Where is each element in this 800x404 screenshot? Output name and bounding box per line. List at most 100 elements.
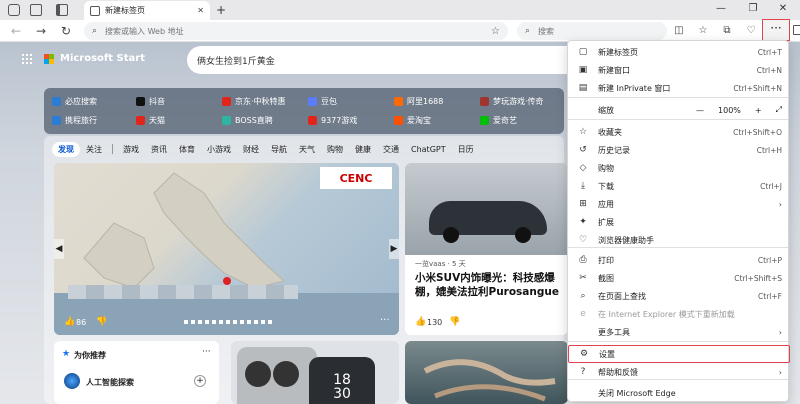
- quick-link[interactable]: BOSS直聘: [222, 115, 273, 126]
- quick-link[interactable]: 梦玩游戏·传奇: [480, 96, 544, 107]
- collections-icon[interactable]: [30, 4, 42, 16]
- quick-link[interactable]: 必应搜索: [52, 96, 97, 107]
- favorites-icon[interactable]: ☆: [696, 24, 710, 38]
- workspaces-icon[interactable]: [8, 4, 20, 16]
- quick-link[interactable]: 抖音: [136, 96, 165, 107]
- tab-feed-0[interactable]: 发现: [52, 141, 80, 157]
- close-window-button[interactable]: ✕: [776, 3, 790, 14]
- tab-feed-4[interactable]: 体育: [173, 142, 201, 157]
- carousel-prev-button[interactable]: ◀: [54, 239, 64, 259]
- search-input[interactable]: [538, 26, 659, 36]
- shrimp-card[interactable]: [405, 341, 568, 404]
- quick-link[interactable]: 爱奇艺: [480, 115, 517, 126]
- menu-item-3[interactable]: 缩放 — 100% + ⤢: [568, 101, 790, 119]
- brand[interactable]: Microsoft Start: [22, 53, 145, 64]
- web-search-box[interactable]: 俩女生捡到1斤黄金: [187, 46, 607, 74]
- tab-feed-5[interactable]: 小游戏: [201, 142, 237, 157]
- phone-card[interactable]: 18 30: [231, 341, 399, 404]
- menu-item-15[interactable]: 更多工具 ›: [568, 323, 790, 341]
- favorite-star-icon[interactable]: ☆: [491, 26, 500, 37]
- like-icon[interactable]: 👍: [415, 317, 426, 327]
- quick-link[interactable]: 9377游戏: [308, 115, 357, 126]
- sidebar-toggle-icon[interactable]: [793, 25, 800, 35]
- tab-feed-11[interactable]: 交通: [377, 142, 405, 157]
- like-icon[interactable]: 👍: [64, 317, 75, 327]
- menu-item-8[interactable]: ⊞ 应用 ›: [568, 195, 790, 213]
- car-headline[interactable]: 小米SUV内饰曝光：科技感爆棚，媲美法拉利Purosangue: [415, 271, 563, 299]
- search-box[interactable]: ⌕: [517, 22, 667, 40]
- menu-item-6[interactable]: ◇ 购物: [568, 159, 790, 177]
- quick-link[interactable]: 携程旅行: [52, 115, 97, 126]
- recommend-item[interactable]: 人工智能探索: [86, 377, 134, 388]
- browser-essentials-icon[interactable]: ♡: [744, 24, 758, 38]
- menu-item-label: 应用: [598, 199, 614, 209]
- phone-clock-hour: 18: [333, 372, 351, 388]
- forward-button[interactable]: →: [33, 23, 49, 39]
- dislike-icon[interactable]: 👎: [96, 317, 107, 327]
- zoom-zoom-level: 100%: [718, 105, 741, 115]
- quick-link[interactable]: 爱淘宝: [394, 115, 431, 126]
- carousel-dots[interactable]: [184, 320, 274, 324]
- car-news-card[interactable]: 一览vaas · 5 天 小米SUV内饰曝光：科技感爆棚，媲美法拉利Purosa…: [405, 163, 568, 335]
- menu-item-0[interactable]: ▢ 新建标签页 Ctrl+T: [568, 43, 790, 61]
- add-topic-button[interactable]: +: [194, 375, 206, 387]
- zoom-minus-button[interactable]: —: [696, 106, 704, 115]
- tab-actions-icon[interactable]: [56, 4, 68, 16]
- cenc-logo-text: CENC: [339, 171, 373, 185]
- tab-feed-13[interactable]: 日历: [452, 142, 480, 157]
- new-tab-button[interactable]: +: [214, 3, 228, 17]
- more-options-icon[interactable]: ···: [202, 347, 211, 357]
- menu-item-13[interactable]: ⌕ 在页面上查找 Ctrl+F: [568, 287, 790, 305]
- menu-item-4[interactable]: ☆ 收藏夹 Ctrl+Shift+O: [568, 123, 790, 141]
- tab-feed-7[interactable]: 导航: [265, 142, 293, 157]
- active-tab[interactable]: 新建标签页 ✕: [84, 1, 210, 20]
- back-button[interactable]: ←: [8, 23, 24, 39]
- menu-item-12[interactable]: ✂ 截图 Ctrl+Shift+S: [568, 269, 790, 287]
- split-screen-icon[interactable]: ◫: [672, 24, 686, 38]
- earthquake-card[interactable]: CENC ◀ ▶ 👍 86 👎 ···: [54, 163, 399, 335]
- more-options-icon[interactable]: ···: [380, 315, 390, 326]
- tab-feed-9[interactable]: 购物: [321, 142, 349, 157]
- menu-item-14[interactable]: e 在 Internet Explorer 模式下重新加载: [568, 305, 790, 323]
- carousel-next-button[interactable]: ▶: [389, 239, 399, 259]
- refresh-button[interactable]: ↻: [58, 23, 74, 39]
- tab-feed-8[interactable]: 天气: [293, 142, 321, 157]
- menu-item-17[interactable]: ? 帮助和反馈 ›: [568, 363, 790, 381]
- quick-link[interactable]: 阿里1688: [394, 96, 443, 107]
- tab-feed-1[interactable]: 关注: [80, 142, 108, 157]
- restore-button[interactable]: ❐: [746, 3, 760, 14]
- menu-item-11[interactable]: ⎙ 打印 Ctrl+P: [568, 251, 790, 269]
- tab-close-icon[interactable]: ✕: [197, 6, 204, 15]
- menu-item-9[interactable]: ✦ 扩展: [568, 213, 790, 231]
- menu-item-10[interactable]: ♡ 浏览器健康助手: [568, 231, 790, 249]
- tab-feed-6[interactable]: 财经: [237, 142, 265, 157]
- minimize-button[interactable]: —: [714, 3, 728, 14]
- collections-toolbar-icon[interactable]: ⧉: [720, 24, 734, 38]
- settings-and-more-button[interactable]: ···: [762, 19, 790, 41]
- tab-feed-12[interactable]: ChatGPT: [405, 143, 452, 156]
- app-launcher-icon[interactable]: [22, 53, 32, 64]
- tab-feed-3[interactable]: 资讯: [145, 142, 173, 157]
- menu-item-2[interactable]: ▤ 新建 InPrivate 窗口 Ctrl+Shift+N: [568, 79, 790, 97]
- menu-item-1[interactable]: ▣ 新建窗口 Ctrl+N: [568, 61, 790, 79]
- quick-link[interactable]: 豆包: [308, 96, 337, 107]
- menu-item-16[interactable]: ⚙ 设置: [568, 345, 790, 363]
- menu-item-7[interactable]: ⤓ 下载 Ctrl+J: [568, 177, 790, 195]
- like-count: 130: [427, 318, 443, 327]
- phone-left: [237, 347, 317, 404]
- recommend-card[interactable]: ★ 为你推荐 ··· 人工智能探索 +: [54, 341, 219, 404]
- quick-link[interactable]: 天猫: [136, 115, 165, 126]
- dislike-icon[interactable]: 👎: [449, 317, 460, 327]
- tab-feed-2[interactable]: 游戏: [117, 142, 145, 157]
- zoom-plus-button[interactable]: +: [755, 106, 762, 115]
- menu-item-icon: ⌕: [580, 291, 586, 301]
- zoom-full-button[interactable]: ⤢: [776, 105, 782, 115]
- menu-item-18[interactable]: 关闭 Microsoft Edge: [568, 384, 790, 402]
- quick-link[interactable]: 京东·中秋特惠: [222, 96, 286, 107]
- address-bar[interactable]: ⌕ ☆: [84, 22, 508, 40]
- address-input[interactable]: [105, 26, 484, 36]
- menu-item-5[interactable]: ↺ 历史记录 Ctrl+H: [568, 141, 790, 159]
- quick-links-panel: 必应搜索 抖音 京东·中秋特惠 豆包 阿里1688 梦玩游戏·传奇携程旅行 天猫 BOSS直聘…: [44, 88, 564, 134]
- menu-item-label: 历史记录: [598, 145, 630, 155]
- tab-feed-10[interactable]: 健康: [349, 142, 377, 157]
